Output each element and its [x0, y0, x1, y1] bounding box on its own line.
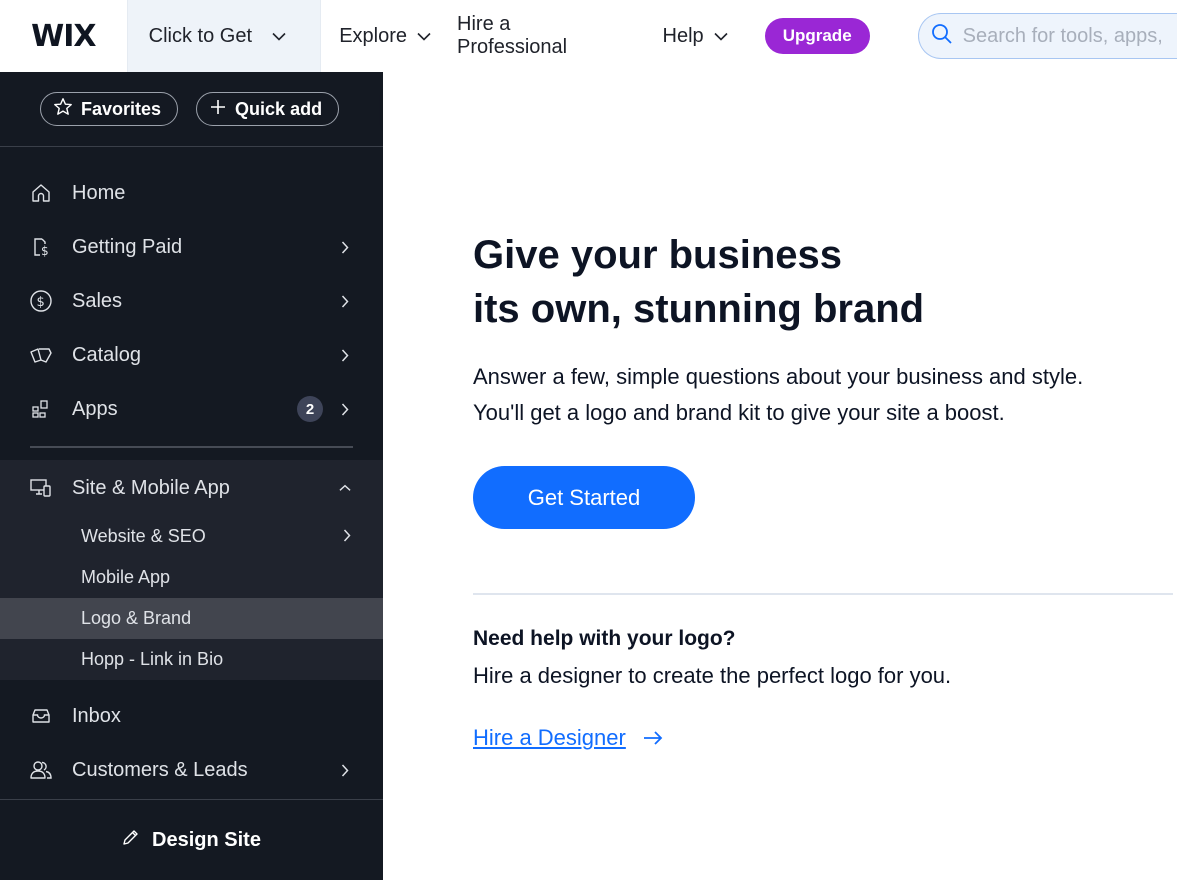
sidebar-subitem-mobile-app[interactable]: Mobile App — [0, 557, 383, 598]
sidebar-subitem-label: Mobile App — [81, 567, 171, 587]
svg-text:$: $ — [41, 244, 49, 258]
sidebar-item-customers-leads[interactable]: Customers & Leads — [0, 743, 383, 797]
sidebar-subitem-logo-brand[interactable]: Logo & Brand — [0, 598, 383, 639]
chevron-right-icon — [339, 763, 351, 777]
design-site-button[interactable]: Design Site — [0, 799, 383, 880]
favorites-label: Favorites — [81, 98, 162, 119]
sidebar: Favorites Quick add Home $ Getting Paid … — [0, 72, 410, 880]
design-site-label: Design Site — [152, 828, 261, 851]
search-icon — [931, 23, 953, 50]
section-divider — [473, 593, 1173, 595]
sidebar-group-site-mobile-app: Site & Mobile App Website & SEO Mobile A… — [0, 460, 383, 680]
sidebar-item-sales[interactable]: $ Sales — [0, 274, 383, 328]
sidebar-item-label: Site & Mobile App — [72, 476, 230, 499]
sidebar-item-inbox[interactable]: Inbox — [0, 689, 383, 743]
quick-actions-row: Favorites Quick add — [0, 72, 383, 147]
plus-icon — [209, 98, 235, 121]
svg-text:$: $ — [37, 295, 45, 310]
search-input[interactable] — [962, 24, 1163, 48]
sidebar-divider — [30, 446, 353, 448]
hire-designer-label: Hire a Designer — [473, 725, 626, 750]
quick-add-label: Quick add — [235, 98, 323, 119]
sidebar-item-label: Getting Paid — [72, 235, 183, 258]
sidebar-subitem-website-seo[interactable]: Website & SEO — [0, 516, 383, 557]
nav-hire-label: Hire a Professional — [457, 13, 568, 58]
top-bar: WIX Click to Get Explore Hire a Professi… — [0, 0, 1177, 72]
help-title: Need help with your logo? — [473, 627, 736, 650]
get-started-button[interactable]: Get Started — [473, 466, 695, 529]
chevron-right-icon — [339, 348, 351, 362]
sidebar-menu: Home $ Getting Paid $ Sales Catalog Apps… — [0, 147, 383, 797]
nav-help[interactable]: Help — [663, 25, 728, 48]
chevron-right-icon — [339, 294, 351, 308]
pencil-icon — [122, 828, 152, 852]
favorites-button[interactable]: Favorites — [40, 92, 179, 126]
arrow-right-icon — [642, 730, 664, 746]
sidebar-subitem-label: Website & SEO — [81, 526, 206, 546]
sidebar-item-home[interactable]: Home — [0, 166, 383, 220]
sidebar-item-catalog[interactable]: Catalog — [0, 328, 383, 382]
page-description: Answer a few, simple questions about you… — [473, 359, 1083, 431]
sidebar-subitem-label: Logo & Brand — [81, 608, 192, 628]
wix-logo[interactable]: WIX — [0, 0, 127, 72]
sidebar-item-label: Customers & Leads — [72, 758, 248, 781]
chevron-down-icon — [417, 32, 431, 41]
sidebar-item-getting-paid[interactable]: $ Getting Paid — [0, 220, 383, 274]
help-text: Hire a designer to create the perfect lo… — [473, 663, 952, 688]
sidebar-item-apps[interactable]: Apps 2 — [0, 382, 383, 436]
nav-help-label: Help — [662, 24, 704, 47]
sidebar-bottom-items: Inbox Customers & Leads — [0, 688, 383, 797]
sidebar-item-label: Inbox — [72, 704, 121, 727]
nav-hire-professional[interactable]: Hire a Professional — [457, 13, 626, 59]
dollar-circle-icon: $ — [28, 288, 54, 314]
people-icon — [28, 757, 54, 783]
sidebar-item-label: Catalog — [72, 343, 141, 366]
catalog-cards-icon — [28, 342, 54, 368]
chevron-right-icon — [339, 240, 351, 254]
sidebar-item-label: Home — [72, 181, 126, 204]
main-content: Give your business its own, stunning bra… — [383, 72, 1177, 880]
notification-badge: 2 — [297, 396, 323, 422]
search-box[interactable] — [917, 13, 1177, 59]
home-icon — [28, 180, 54, 206]
description-line-2: You'll get a logo and brand kit to give … — [473, 400, 1005, 425]
hire-designer-link[interactable]: Hire a Designer — [473, 725, 664, 751]
nav-explore[interactable]: Explore — [339, 25, 431, 48]
sidebar-item-label: Apps — [72, 397, 118, 420]
site-switcher-label: Click to Get — [148, 24, 253, 47]
devices-icon — [28, 475, 54, 501]
chevron-right-icon — [339, 402, 351, 416]
sidebar-item-label: Sales — [72, 289, 123, 312]
headline-line-1: Give your business — [473, 233, 843, 277]
chevron-down-icon — [272, 32, 286, 41]
chevron-right-icon — [343, 526, 351, 547]
sidebar-subitem-hopp-link-in-bio[interactable]: Hopp - Link in Bio — [0, 639, 383, 680]
description-line-1: Answer a few, simple questions about you… — [473, 364, 1084, 389]
chevron-up-icon — [339, 484, 351, 492]
chevron-down-icon — [714, 32, 728, 41]
headline-line-2: its own, stunning brand — [473, 287, 925, 331]
inbox-icon — [28, 703, 54, 729]
page-headline: Give your business its own, stunning bra… — [473, 228, 924, 336]
star-icon — [53, 97, 81, 122]
quick-add-button[interactable]: Quick add — [196, 92, 340, 126]
sidebar-subitem-label: Hopp - Link in Bio — [81, 649, 224, 669]
sidebar-item-site-mobile-app[interactable]: Site & Mobile App — [0, 460, 383, 516]
apps-grid-icon — [28, 396, 54, 422]
site-switcher[interactable]: Click to Get — [126, 0, 322, 72]
nav-explore-label: Explore — [339, 24, 408, 47]
invoice-dollar-icon: $ — [28, 234, 54, 260]
upgrade-button[interactable]: Upgrade — [764, 18, 870, 54]
